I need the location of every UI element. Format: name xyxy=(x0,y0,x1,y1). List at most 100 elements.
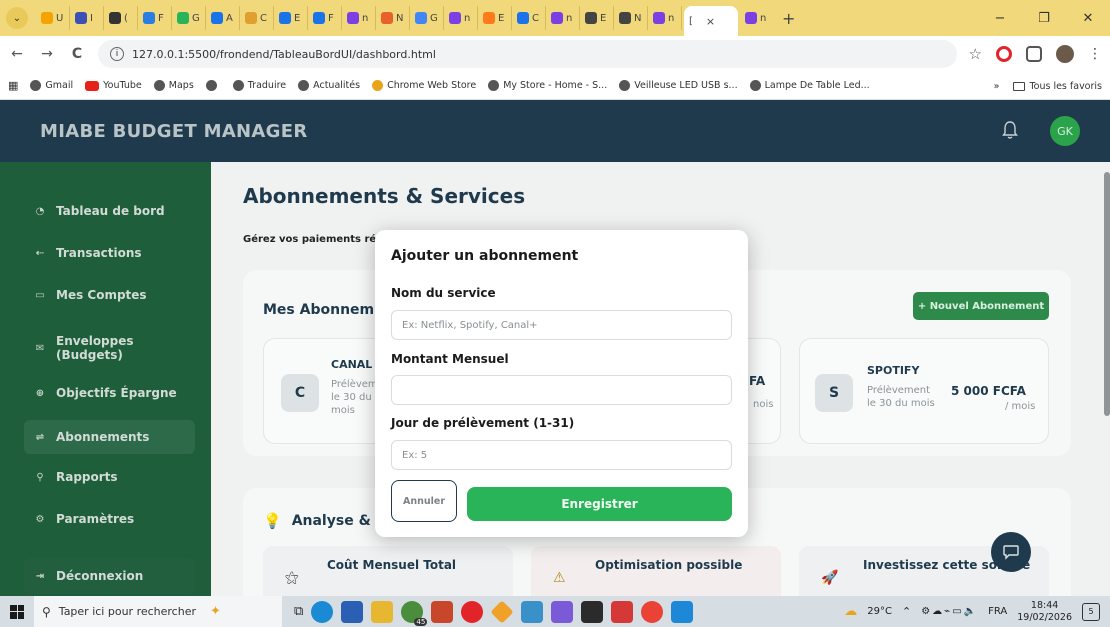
extensions-icon[interactable] xyxy=(1026,46,1042,62)
opera-icon[interactable] xyxy=(461,600,484,623)
logout-button[interactable]: ⇥ Déconnexion xyxy=(24,558,195,594)
user-avatar[interactable]: GK xyxy=(1050,116,1080,146)
sidebar-item-transactions[interactable]: ⇠ Transactions xyxy=(24,236,195,270)
browser-tab[interactable]: ( xyxy=(104,6,138,30)
tab-label: N xyxy=(634,12,642,24)
chrome-profile-icon[interactable] xyxy=(641,600,664,623)
close-window-button[interactable]: ✕ xyxy=(1066,11,1110,26)
tray-icons[interactable]: ⚙☁⌁▭🔈 xyxy=(921,606,978,617)
tab-search-button[interactable]: ⌄ xyxy=(6,7,28,29)
page-scrollbar[interactable] xyxy=(1104,172,1110,416)
browser-tab[interactable]: G xyxy=(410,6,444,30)
language-indicator[interactable]: FRA xyxy=(988,606,1007,617)
chat-button[interactable] xyxy=(991,532,1031,572)
browser-tab-last[interactable]: n xyxy=(740,6,774,30)
apps-grid-icon[interactable]: ▦ xyxy=(8,79,18,92)
chrome-icon[interactable]: 45 xyxy=(401,600,428,626)
cancel-button[interactable]: Annuler xyxy=(391,480,457,522)
bookmark-item[interactable]: Veilleuse LED USB s... xyxy=(619,80,738,91)
browser-tab[interactable]: E xyxy=(580,6,614,30)
browser-tab[interactable]: F xyxy=(308,6,342,30)
bookmark-item[interactable]: Lampe De Table Led... xyxy=(749,80,870,91)
browser-tab[interactable]: n xyxy=(546,6,580,30)
sidebar-item-settings[interactable]: ⚙ Paramètres xyxy=(24,502,195,536)
transactions-icon: ⇠ xyxy=(35,247,45,259)
all-bookmarks-button[interactable]: Tous les favoris xyxy=(1013,81,1102,92)
vscode-icon[interactable] xyxy=(671,600,694,623)
browser-tab[interactable]: N xyxy=(376,6,410,30)
bookmark-item[interactable] xyxy=(205,80,221,91)
sidebar-item-accounts[interactable]: ▭ Mes Comptes xyxy=(24,278,195,312)
weather-temp[interactable]: 29°C xyxy=(867,606,892,617)
save-button[interactable]: Enregistrer xyxy=(467,487,732,521)
browser-tab[interactable]: G xyxy=(172,6,206,30)
analysis-card-title: Optimisation possible xyxy=(595,558,743,572)
bookmark-item[interactable]: Actualités xyxy=(298,80,360,91)
bookmark-star-icon[interactable]: ☆ xyxy=(969,45,982,63)
new-subscription-button[interactable]: + Nouvel Abonnement xyxy=(913,292,1049,320)
word-icon[interactable] xyxy=(341,600,364,623)
site-info-icon[interactable]: i xyxy=(110,47,124,61)
edge-icon[interactable] xyxy=(311,600,334,623)
clock[interactable]: 18:44 19/02/2026 xyxy=(1017,600,1072,624)
analysis-title: 💡 Analyse & xyxy=(263,512,371,530)
taskbar-search[interactable]: ⚲ Taper ici pour rechercher ✦ xyxy=(34,596,282,627)
file-explorer-icon[interactable] xyxy=(371,600,394,623)
browser-tab[interactable]: E xyxy=(478,6,512,30)
active-tab[interactable]: [ × xyxy=(684,6,738,36)
browser-tab[interactable]: C xyxy=(512,6,546,30)
monthly-amount-input[interactable] xyxy=(391,375,732,405)
bookmark-item[interactable]: YouTube xyxy=(85,80,142,91)
store-icon[interactable] xyxy=(551,600,574,623)
reload-button[interactable]: C xyxy=(68,46,86,62)
browser-tab[interactable]: C xyxy=(240,6,274,30)
url-bar[interactable]: i 127.0.0.1:5500/frondend/TableauBordUI/… xyxy=(98,40,957,68)
back-button[interactable]: ← xyxy=(8,46,26,62)
browser-tab[interactable]: E xyxy=(274,6,308,30)
browser-tab[interactable]: n xyxy=(342,6,376,30)
sidebar-item-label: Enveloppes (Budgets) xyxy=(56,334,134,362)
sidebar-item-savings[interactable]: ⊕ Objectifs Épargne xyxy=(24,376,195,410)
sidebar-item-envelopes[interactable]: ✉ Enveloppes (Budgets) xyxy=(24,328,195,368)
task-view-icon[interactable]: ⧉ xyxy=(294,604,303,619)
sidebar-item-subscriptions[interactable]: ⇌ Abonnements xyxy=(24,420,195,454)
minimize-button[interactable]: − xyxy=(978,11,1022,26)
sidebar-item-reports[interactable]: ⚲ Rapports xyxy=(24,460,195,494)
service-name-input[interactable] xyxy=(391,310,732,340)
browser-tab[interactable]: U xyxy=(36,6,70,30)
profile-avatar[interactable] xyxy=(1056,45,1074,63)
bookmark-item[interactable]: Traduire xyxy=(232,80,286,91)
bell-icon[interactable] xyxy=(1002,120,1018,140)
chart-icon: ⚲ xyxy=(36,471,44,483)
browser-tab[interactable]: F xyxy=(138,6,172,30)
browser-tab[interactable]: n xyxy=(648,6,682,30)
bookmark-item[interactable]: Chrome Web Store xyxy=(372,80,476,91)
new-tab-button[interactable]: + xyxy=(782,9,795,28)
close-tab-icon[interactable]: × xyxy=(706,15,715,28)
browser-tab[interactable]: N xyxy=(614,6,648,30)
terminal-icon[interactable] xyxy=(581,600,604,623)
bookmark-item[interactable]: Maps xyxy=(153,80,194,91)
weather-icon[interactable]: ☁ xyxy=(844,604,857,619)
browser-tab[interactable]: A xyxy=(206,6,240,30)
sidebar-item-dashboard[interactable]: ◔ Tableau de bord xyxy=(24,194,195,228)
opera-extension-icon[interactable] xyxy=(996,46,1012,62)
maximize-button[interactable]: ❐ xyxy=(1022,11,1066,26)
forward-button[interactable]: → xyxy=(38,46,56,62)
app-header: MIABE BUDGET MANAGER GK xyxy=(0,100,1110,162)
powerpoint-icon[interactable] xyxy=(431,600,454,623)
debit-day-input[interactable] xyxy=(391,440,732,470)
bookmark-item[interactable]: My Store - Home - S... xyxy=(488,80,607,91)
photos-icon[interactable] xyxy=(521,600,544,623)
browser-tab[interactable]: I xyxy=(70,6,104,30)
wps-icon[interactable] xyxy=(611,600,634,623)
browser-tab[interactable]: n xyxy=(444,6,478,30)
start-button[interactable] xyxy=(0,596,34,627)
app-icon[interactable] xyxy=(490,599,514,624)
bookmark-item[interactable]: Gmail xyxy=(30,80,73,91)
logout-icon: ⇥ xyxy=(35,570,45,582)
bookmarks-more-button[interactable]: » xyxy=(994,81,1000,92)
menu-dots-icon[interactable]: ⋮ xyxy=(1088,46,1102,62)
notifications-button[interactable]: 5 xyxy=(1082,602,1100,621)
tray-chevron-icon[interactable]: ⌃ xyxy=(902,605,911,618)
